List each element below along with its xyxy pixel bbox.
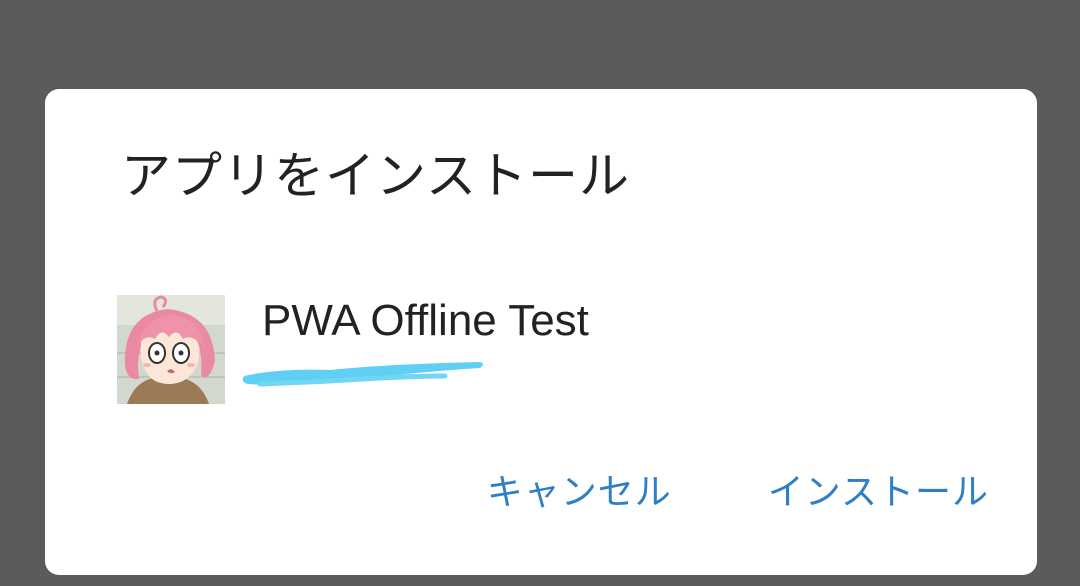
app-icon	[117, 295, 225, 404]
anime-avatar-icon	[117, 295, 225, 404]
install-app-dialog: アプリをインストール PWA Offline Test キャンセル インストール	[45, 89, 1037, 575]
install-button[interactable]: インストール	[768, 469, 989, 517]
dialog-title: アプリをインストール	[121, 147, 630, 205]
app-name: PWA Offline Test	[262, 296, 589, 345]
redaction-scribble	[242, 362, 483, 387]
dialog-actions: キャンセル インストール	[487, 469, 989, 517]
cancel-button[interactable]: キャンセル	[487, 469, 672, 517]
